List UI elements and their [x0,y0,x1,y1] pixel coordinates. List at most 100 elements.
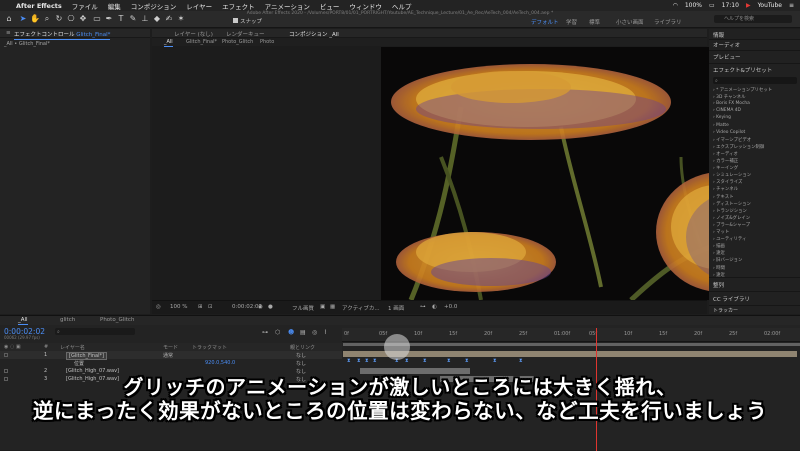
effect-category-item[interactable]: › 旧バージョン [713,257,742,263]
effect-category-item[interactable]: › ユーティリティ [713,236,746,242]
composition-mini-flowchart-icon[interactable]: ⊶ [262,329,268,336]
effect-category-item[interactable]: › シミュレーション [713,172,751,178]
tab-layer[interactable]: レイヤー (なし) [174,30,213,38]
keyframe[interactable]: ⧗ [357,359,361,364]
snap-toggle[interactable]: スナップ [233,17,262,25]
time-ruler[interactable]: 0f 05f 10f 15f 20f 25f 01:00f 05f 10f 15f 20f 25f 02… [342,328,800,342]
viewer-tab-glitch-final[interactable]: Glitch_Final* [186,39,217,45]
effect-category-item[interactable]: › カラー補正 [713,158,738,164]
tab-effect-controls[interactable]: エフェクトコントロール Glitch_Final* [14,30,111,40]
effect-category-item[interactable]: › テキスト [713,194,734,200]
workspace-small-screen[interactable]: 小さい画面 [616,18,644,26]
menu-window[interactable]: ウィンドウ [349,1,382,11]
timeline-tab-photo-glitch[interactable]: Photo_Glitch [100,317,134,323]
keyframe[interactable]: ⧗ [519,359,523,364]
layer-row-glitch-final[interactable]: 1 [Glitch_Final*] 通常 なし [0,351,342,360]
effect-category-item[interactable]: › スタイライズ [713,179,742,185]
help-search-input[interactable]: ヘルプを検索 [714,15,792,23]
info-section[interactable]: 情報 [713,31,724,39]
mask-visibility-icon[interactable]: ⊡ [208,304,213,310]
keyframe[interactable]: ⧗ [347,359,351,364]
effect-category-item[interactable]: › 描画 [713,243,725,249]
exposure-value[interactable]: +0.0 [444,304,457,310]
keyframe[interactable]: ⧗ [365,359,369,364]
snapshot-icon[interactable]: ◉ [258,304,263,310]
timeline-tab-glitch[interactable]: glitch [60,317,75,323]
graph-editor-icon[interactable]: ⌇ [324,329,327,336]
mode-header[interactable]: モード [163,344,178,351]
effect-category-item[interactable]: › ノイズ&グレイン [713,215,750,221]
position-value[interactable]: 920.0,540.0 [205,360,235,366]
audio-toggle-icon[interactable] [4,369,8,373]
menu-animation[interactable]: アニメーション [265,1,310,11]
menu-edit[interactable]: 編集 [108,1,121,11]
clock[interactable]: 17:10 [722,2,739,9]
keyframe[interactable]: ⧗ [405,359,409,364]
shy-icon[interactable]: ☻ [288,329,294,336]
battery-icon[interactable]: ▭ [709,2,715,9]
tab-render-queue[interactable]: レンダーキュー [226,30,265,38]
frame-blending-icon[interactable]: ▤ [300,329,306,336]
snap-checkbox-icon[interactable] [233,18,238,23]
effect-category-item[interactable]: › Boris FX Mocha [713,101,750,106]
menu-file[interactable]: ファイル [72,1,98,11]
audio-section[interactable]: オーディオ [713,41,740,49]
camera-dropdown[interactable]: アクティブカ... [342,304,380,312]
effects-search-input[interactable]: ⌕ [713,77,797,84]
trkmat-header[interactable]: トラックマット [192,344,227,351]
views-dropdown[interactable]: 1 画面 [388,304,404,312]
keyframe[interactable]: ⧗ [423,359,427,364]
effect-category-item[interactable]: › * アニメーションプリセット [713,87,772,93]
effect-category-item[interactable]: › Video Copilot [713,130,745,135]
tracker-section[interactable]: トラッカー [713,307,738,314]
effect-category-item[interactable]: › Keying [713,115,731,120]
effect-category-item[interactable]: › トランジション [713,208,747,214]
keyframe[interactable]: ⧗ [493,359,497,364]
work-area-bar[interactable] [343,343,800,346]
effect-category-item[interactable]: › ディストーション [713,201,751,207]
resolution-dropdown[interactable]: フル画質 [292,304,314,312]
transparency-grid-icon[interactable]: ▦ [330,304,335,310]
effect-category-item[interactable]: › 遠近 [713,250,725,256]
effect-category-item[interactable]: › イマーシブビデオ [713,137,751,143]
flowchart-icon[interactable]: ⊶ [420,304,426,310]
parent-dropdown[interactable]: なし [296,368,306,375]
zoom-dropdown[interactable]: 100 % [170,304,187,310]
layer-row-audio-1[interactable]: 2 [Glitch_High_07.wav] なし [0,367,342,375]
keyframe[interactable]: ⧗ [447,359,451,364]
video-visibility-icon[interactable] [4,353,8,357]
audio-bar-1[interactable] [360,368,470,374]
preview-section[interactable]: プレビュー [713,53,741,61]
timeline-tab-all[interactable]: _All [18,317,28,325]
timeline-search-input[interactable]: ⌕ [55,328,135,335]
layer-name[interactable]: [Glitch_High_07.wav] [66,368,119,374]
app-menu[interactable]: After Effects [16,2,62,10]
menu-help[interactable]: ヘルプ [392,1,412,11]
effect-category-item[interactable]: › キーイング [713,165,738,171]
motion-blur-icon[interactable]: ◎ [312,329,317,336]
effect-category-item[interactable]: › 3D チャンネル [713,94,746,100]
panel-menu-icon[interactable]: ≡ [6,30,11,36]
viewer-tab-all[interactable]: _All [164,39,173,47]
effect-category-item[interactable]: › チャンネル [713,186,738,192]
layer-name-header[interactable]: レイヤー名 [60,344,85,351]
region-of-interest-icon[interactable]: ▣ [320,304,325,310]
effect-category-item[interactable]: › オーディオ [713,151,738,157]
workspace-library[interactable]: ライブラリ [654,18,682,26]
always-preview-icon[interactable]: ◎ [156,304,161,310]
tab-composition[interactable]: コンポジション _All [289,30,339,40]
menu-effect[interactable]: エフェクト [222,1,255,11]
effect-category-item[interactable]: › ブラー&シャープ [713,222,750,228]
parent-header[interactable]: 親とリンク [290,344,315,351]
draft-3d-icon[interactable]: ⬡ [275,329,280,336]
keyframe[interactable]: ⧗ [465,359,469,364]
align-section[interactable]: 整列 [713,281,724,289]
menu-extras-icon[interactable]: ≡ [789,2,794,9]
layer-bar-glitch-final[interactable] [343,351,797,357]
viewer-tab-photo[interactable]: Photo [260,39,274,45]
workspace-learn[interactable]: 学習 [566,18,577,26]
effect-category-item[interactable]: › マット [713,229,729,235]
show-channel-icon[interactable]: ● [268,304,273,310]
effect-category-item[interactable]: › Matte [713,123,729,128]
layer-property-position[interactable]: 位置 920.0,540.0 なし [0,359,342,367]
